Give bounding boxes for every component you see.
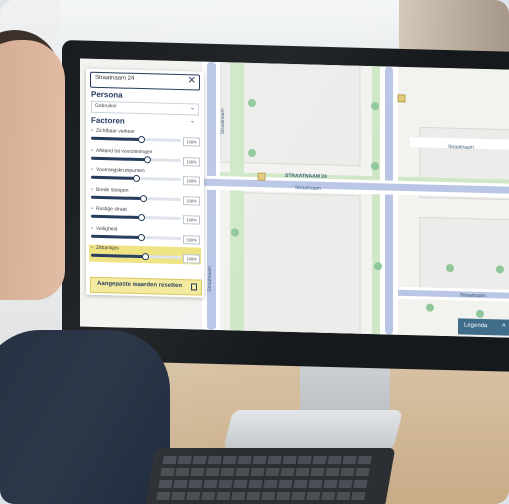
photo-scene: Straatnaam STRAATNAAM 24 Straatnaam Stra… bbox=[0, 0, 509, 504]
persona-title: Persona bbox=[91, 89, 123, 100]
trash-icon bbox=[191, 283, 197, 291]
factor-value-input[interactable]: 100% bbox=[183, 215, 200, 225]
chevron-down-icon[interactable]: ⌄ bbox=[90, 166, 94, 172]
factor-value-input[interactable]: 100% bbox=[183, 137, 200, 147]
factor-slider[interactable] bbox=[91, 135, 181, 144]
slider-knob[interactable] bbox=[133, 174, 140, 183]
factor-row[interactable]: ⌄ Voorrangskruispunten 100% bbox=[89, 166, 201, 187]
factor-label: Afstand tot voorzieningen bbox=[96, 147, 153, 155]
street-label-3: Straatnaam bbox=[207, 266, 213, 292]
factor-row[interactable]: ⌄ Afstand tot voorzieningen 100% bbox=[89, 146, 201, 167]
slider-knob[interactable] bbox=[137, 135, 145, 144]
factor-label: Zichtbaar verkeer bbox=[96, 127, 135, 135]
person-body bbox=[0, 330, 170, 504]
factor-row[interactable]: ⌄ Rustige straat 100% bbox=[89, 205, 201, 226]
factor-row[interactable]: ⌄ Zichtbaar verkeer 100% bbox=[89, 127, 201, 148]
chevron-down-icon[interactable]: ⌄ bbox=[90, 127, 94, 133]
factor-slider[interactable] bbox=[91, 233, 181, 241]
factor-label: Voorrangskruispunten bbox=[96, 166, 145, 175]
chevron-down-icon[interactable]: ⌄ bbox=[90, 146, 94, 152]
slider-knob[interactable] bbox=[137, 213, 145, 222]
factor-label: Zitbankjes bbox=[96, 244, 119, 252]
slider-knob[interactable] bbox=[138, 233, 146, 241]
factor-slider[interactable] bbox=[91, 194, 181, 202]
slider-knob[interactable] bbox=[143, 155, 151, 163]
factor-value-input[interactable]: 100% bbox=[183, 234, 200, 245]
person-face bbox=[0, 40, 65, 300]
street-label-2: Straatnaam bbox=[295, 185, 321, 192]
search-value: Straatnaam 24 bbox=[95, 74, 135, 82]
street-label-4: Straatnaam bbox=[448, 144, 474, 151]
slider-fill bbox=[91, 156, 147, 161]
chevron-down-icon[interactable]: ⌄ bbox=[90, 224, 94, 230]
reset-label: Aangepaste waarden resetten bbox=[97, 280, 183, 290]
factor-slider[interactable] bbox=[91, 155, 181, 163]
slider-fill bbox=[91, 214, 141, 220]
persona-value: Gebruiker bbox=[95, 102, 117, 110]
factor-value-input[interactable]: 100% bbox=[183, 176, 200, 186]
factor-row[interactable]: ⌄ Brede stoepen 100% bbox=[89, 185, 201, 206]
slider-fill bbox=[91, 253, 145, 259]
legend-label: Legenda bbox=[464, 322, 488, 330]
search-input[interactable]: Straatnaam 24 ✕ bbox=[90, 71, 200, 91]
factor-label: Rustige straat bbox=[96, 205, 127, 213]
keyboard bbox=[144, 448, 396, 504]
factor-label: Veiligheid bbox=[96, 225, 118, 232]
street-label-1: Straatnaam bbox=[220, 108, 226, 134]
slider-fill bbox=[91, 234, 142, 239]
factors-title: Factoren bbox=[91, 115, 125, 126]
chevron-down-icon: ⌄ bbox=[189, 105, 195, 112]
persona-select[interactable]: Gebruiker ⌄ bbox=[91, 100, 199, 116]
slider-knob[interactable] bbox=[140, 194, 148, 202]
close-icon[interactable]: ✕ bbox=[188, 75, 196, 87]
chevron-up-icon: ˄ bbox=[501, 322, 506, 330]
monitor-stand-foot bbox=[223, 410, 403, 450]
factor-slider[interactable] bbox=[91, 174, 181, 183]
chevron-down-icon[interactable]: ⌄ bbox=[90, 205, 94, 211]
factor-label: Brede stoepen bbox=[96, 186, 129, 194]
factor-slider[interactable] bbox=[91, 253, 181, 261]
screen: Straatnaam STRAATNAAM 24 Straatnaam Stra… bbox=[80, 58, 509, 338]
street-label-5: Straatnaam bbox=[460, 292, 486, 299]
factor-slider[interactable] bbox=[91, 213, 181, 222]
reset-button[interactable]: Aangepaste waarden resetten bbox=[90, 276, 202, 296]
factor-row[interactable]: ⌄ Veiligheid 100% bbox=[89, 224, 201, 245]
slider-knob[interactable] bbox=[142, 253, 149, 261]
slider-fill bbox=[91, 195, 144, 200]
slider-fill bbox=[91, 175, 136, 180]
factors-panel: Straatnaam 24 ✕ Persona Gebruiker ⌄ Fact… bbox=[86, 68, 204, 298]
factor-value-input[interactable]: 100% bbox=[183, 254, 200, 264]
slider-fill bbox=[91, 136, 141, 142]
monitor: Straatnaam STRAATNAAM 24 Straatnaam Stra… bbox=[62, 39, 509, 373]
chevron-down-icon[interactable]: ⌄ bbox=[190, 117, 201, 124]
factor-value-input[interactable]: 100% bbox=[183, 156, 200, 167]
street-label-main: STRAATNAAM 24 bbox=[285, 173, 327, 180]
chevron-down-icon[interactable]: ⌄ bbox=[90, 244, 94, 250]
legend-button[interactable]: Legenda ˄ bbox=[458, 318, 509, 336]
factor-value-input[interactable]: 100% bbox=[183, 195, 200, 206]
chevron-down-icon[interactable]: ⌄ bbox=[90, 185, 94, 191]
factor-row[interactable]: ⌄ Zitbankjes 100% bbox=[89, 244, 201, 265]
